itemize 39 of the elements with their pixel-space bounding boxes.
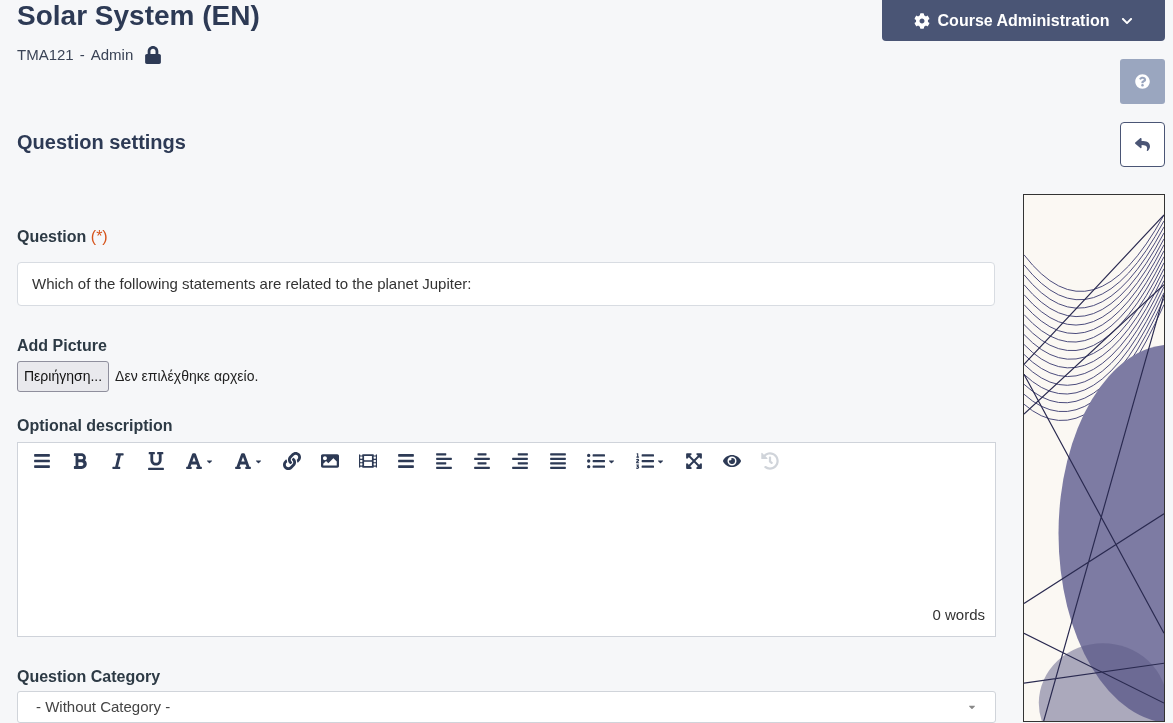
help-icon [1135, 74, 1150, 89]
font-background-icon [234, 452, 252, 471]
role-label: Admin [90, 45, 134, 65]
back-button[interactable] [1120, 122, 1165, 167]
align-center-icon [473, 452, 491, 471]
section-title: Question settings [17, 129, 187, 155]
align-justify-icon [549, 452, 567, 471]
file-status: Δεν επιλέχθηκε αρχείο. [115, 367, 259, 387]
video-icon [359, 452, 377, 471]
gear-icon [913, 12, 930, 29]
image-icon [321, 452, 339, 471]
underline-icon [147, 452, 165, 471]
italic-icon [109, 452, 127, 471]
history-icon [761, 452, 779, 471]
reply-arrow-icon [1135, 137, 1150, 152]
course-title: Solar System (EN) [17, 2, 260, 30]
numbered-list-icon [636, 452, 654, 471]
font-color-icon [185, 452, 203, 471]
bold-icon [71, 452, 89, 471]
fullscreen-icon [685, 452, 703, 471]
menu-icon [33, 452, 51, 471]
question-input[interactable]: Which of the following statements are related to the planet Jupiter: [17, 261, 995, 307]
description-label: Optional description [17, 416, 174, 437]
add-picture-label: Add Picture [17, 336, 108, 357]
category-select[interactable]: - Without Category - [17, 691, 996, 723]
rich-text-editor[interactable]: 0 words [17, 442, 996, 638]
separator-text: - [79, 45, 85, 65]
course-code: TMA121 [17, 45, 74, 65]
align-left-icon [435, 452, 453, 471]
lock-icon [145, 46, 162, 65]
question-label: Question (*) [17, 227, 108, 245]
bullet-list-icon [587, 452, 605, 471]
paragraph-icon [397, 452, 415, 471]
browse-button[interactable]: Περιήγηση... [17, 361, 110, 393]
align-right-icon [511, 452, 529, 471]
category-label: Question Category [17, 667, 162, 688]
link-icon [283, 452, 301, 471]
word-count: 0 words [932, 604, 985, 625]
course-administration-button[interactable]: Course Administration [882, 0, 1165, 41]
